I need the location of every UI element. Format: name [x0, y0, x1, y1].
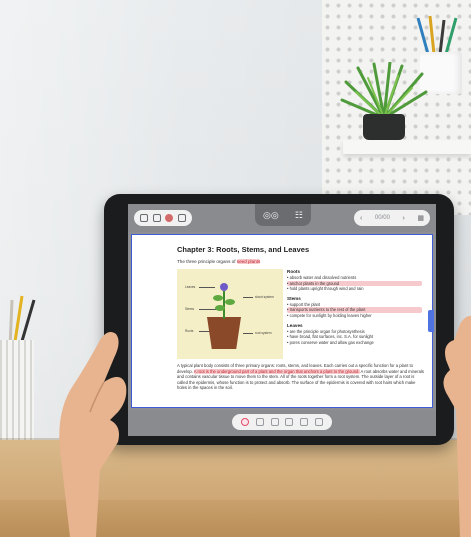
lasso-icon[interactable]	[241, 418, 250, 426]
tablet-screen: ◎◎ ☷ ‹ 00/00 › ▦ Chapter 3: Roots, Stems…	[128, 204, 436, 436]
note-item: • hold plants upright through wind and r…	[287, 286, 364, 292]
potted-plant-leaves	[340, 62, 428, 118]
pen-icon[interactable]	[255, 418, 264, 426]
organ-notes: Roots • absorb water and dissolved nutri…	[287, 269, 422, 349]
glasses-icon[interactable]: ◎◎	[263, 210, 279, 221]
plant-flower	[220, 283, 228, 291]
photo-scene: ◎◎ ☷ ‹ 00/00 › ▦ Chapter 3: Roots, Stems…	[0, 0, 471, 537]
left-hand	[59, 332, 127, 537]
plant-diagram: Leaves Stems Roots shoot system root sys…	[177, 269, 283, 359]
page-navigation: ‹ 00/00 › ▦	[354, 210, 430, 226]
eraser-icon[interactable]	[314, 418, 323, 426]
note-item: • compete for sunlight by holding leaves…	[287, 312, 372, 318]
leader-line	[243, 333, 253, 334]
book-icon[interactable]: ☷	[295, 210, 303, 221]
note-heading: Leaves	[287, 322, 303, 328]
plant-pot	[363, 114, 405, 140]
left-pencil-cup	[0, 340, 34, 440]
leader-line	[243, 297, 253, 298]
left-tool-group	[134, 210, 192, 226]
stems-notes: Stems • support the plant • transports n…	[287, 296, 422, 319]
page-subtitle: The three principle organs of seed plant…	[177, 259, 261, 264]
plant-pot-illustration	[207, 317, 241, 349]
label-root-system: root system	[255, 331, 272, 335]
right-hand	[443, 315, 471, 537]
save-icon[interactable]	[152, 214, 161, 222]
leaves-notes: Leaves • are the principle organ for pho…	[287, 323, 422, 346]
body-paragraph: A typical plant body consists of three p…	[177, 363, 425, 391]
shape-icon[interactable]	[299, 418, 308, 426]
plant-leaf	[213, 295, 223, 301]
roots-notes: Roots • absorb water and dissolved nutri…	[287, 269, 422, 292]
label-leaves: Leaves	[185, 285, 196, 289]
leader-line	[199, 287, 215, 288]
grid-icon[interactable]	[140, 214, 149, 222]
label-stems: Stems	[185, 307, 195, 311]
shelf	[343, 140, 471, 154]
text-icon[interactable]	[285, 418, 294, 426]
note-heading: Stems	[287, 295, 301, 301]
subtitle-highlight[interactable]: seed plants	[236, 259, 261, 264]
plant-leaf	[215, 305, 225, 311]
top-toolbar: ◎◎ ☷ ‹ 00/00 › ▦	[128, 204, 436, 232]
pen-icon[interactable]	[177, 214, 186, 222]
label-roots: Roots	[185, 329, 194, 333]
label-shoot-system: shoot system	[255, 295, 274, 299]
record-icon[interactable]	[165, 214, 174, 222]
next-page-button[interactable]: ›	[402, 215, 404, 222]
page-indicator: 00/00	[374, 215, 390, 221]
document-page[interactable]: Chapter 3: Roots, Stems, and Leaves The …	[131, 234, 433, 408]
view-mode-group: ◎◎ ☷	[255, 204, 311, 226]
plant-leaf	[225, 299, 235, 305]
note-item: • pores conserve water and allow gas exc…	[287, 339, 374, 345]
annotation-tools	[232, 414, 332, 430]
pencil-cup-pencils	[416, 15, 458, 55]
subtitle-text: The three principle organs of	[177, 259, 237, 264]
bottom-toolbar	[128, 410, 436, 436]
pages-grid-icon[interactable]: ▦	[417, 214, 424, 222]
note-item: • absorb water and dissolved nutrients	[287, 275, 357, 280]
highlighter-icon[interactable]	[270, 418, 279, 426]
note-heading: Roots	[287, 269, 301, 274]
page-title: Chapter 3: Roots, Stems, and Leaves	[177, 245, 310, 254]
paragraph-highlight[interactable]: A root is the underground part of a plan…	[193, 368, 360, 374]
prev-page-button[interactable]: ‹	[360, 215, 362, 222]
